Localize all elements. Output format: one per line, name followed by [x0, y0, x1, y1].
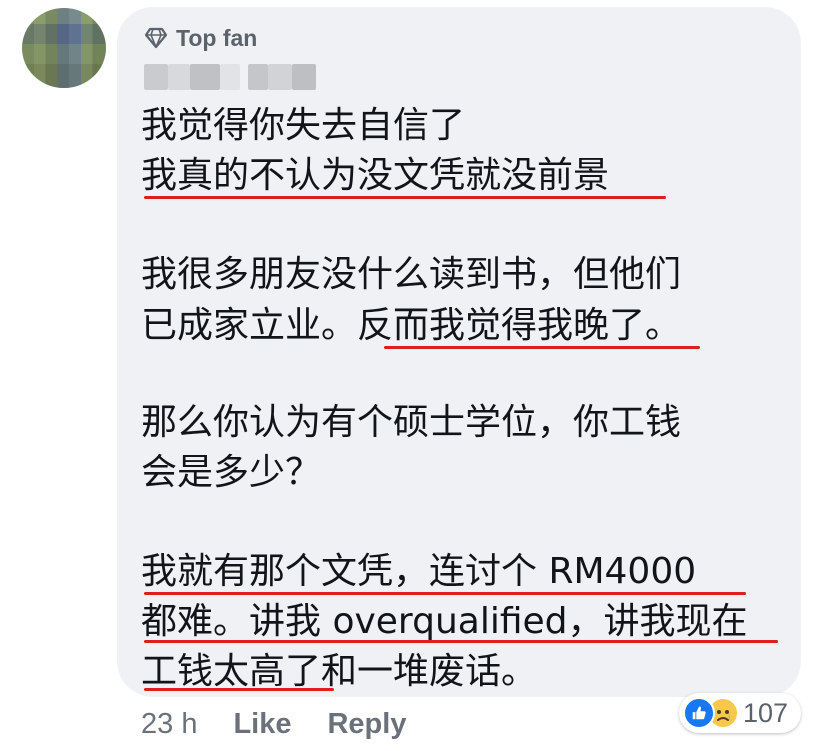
comment-view: Top fan 我觉得你失去自信了 我真的不认为没文凭就没前景 我很多朋友没什么… — [0, 0, 828, 751]
highlight-underline — [144, 688, 334, 691]
highlight-underline — [144, 592, 746, 595]
like-icon — [683, 697, 715, 729]
reaction-count: 107 — [743, 698, 789, 728]
top-fan-badge: Top fan — [144, 22, 257, 54]
avatar[interactable] — [22, 8, 106, 88]
comment-line-5: 已成家立业。反而我觉得我晚了。 — [141, 305, 682, 346]
highlight-underline — [144, 640, 778, 643]
reply-button[interactable]: Reply — [327, 708, 406, 741]
reactions-summary[interactable]: 107 — [679, 693, 801, 733]
like-button[interactable]: Like — [233, 708, 291, 741]
comment-line-8: 会是多少？ — [141, 452, 322, 493]
badge-label: Top fan — [176, 24, 258, 51]
timestamp[interactable]: 23 h — [141, 708, 197, 741]
comment-line-7: 那么你认为有个硕士学位，你工钱 — [141, 402, 682, 443]
author-name-obscured[interactable] — [144, 64, 316, 90]
comment-actions: 23 h Like Reply — [141, 704, 442, 744]
comment-line-10: 我就有那个文凭，连讨个 RM4000 — [141, 551, 697, 592]
diamond-icon — [144, 27, 168, 49]
highlight-underline — [144, 196, 666, 199]
highlight-underline — [384, 346, 700, 349]
comment-line-4: 我很多朋友没什么读到书，但他们 — [141, 254, 682, 295]
comment-line-1: 我觉得你失去自信了 — [141, 105, 466, 146]
comment-line-2: 我真的不认为没文凭就没前景 — [141, 155, 610, 196]
